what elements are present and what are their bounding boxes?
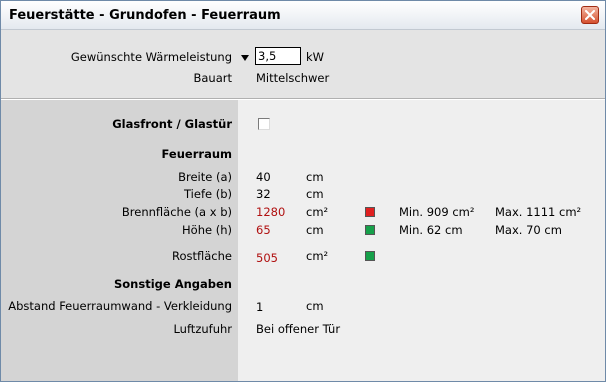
depth-unit: cm [306, 187, 324, 201]
grate-area-value: 505 [256, 251, 278, 265]
grate-area-label: Rostfläche [172, 249, 232, 263]
window-title: Feuerstätte - Grundofen - Feuerraum [9, 8, 281, 23]
top-section [1, 30, 605, 98]
wall-distance-unit: cm [306, 299, 324, 313]
depth-label: Tiefe (b) [184, 187, 232, 201]
height-value: 65 [256, 223, 271, 237]
width-unit: cm [306, 170, 324, 184]
dialog-window: Feuerstätte - Grundofen - Feuerraum Gewü… [0, 0, 606, 382]
air-supply-label: Luftzufuhr [173, 322, 232, 336]
height-unit: cm [306, 223, 324, 237]
close-icon [585, 10, 595, 20]
grate-area-unit: cm² [306, 249, 329, 263]
height-status-indicator [365, 225, 375, 235]
glass-front-label: Glasfront / Glastür [112, 117, 232, 131]
height-max: Max. 70 cm [495, 223, 562, 237]
burn-area-status-indicator [365, 207, 375, 217]
heat-output-label: Gewünschte Wärmeleistung [70, 50, 232, 64]
air-supply-value: Bei offener Tür [256, 322, 341, 336]
heat-output-unit: kW [306, 50, 325, 64]
height-min: Min. 62 cm [399, 223, 463, 237]
width-label: Breite (a) [178, 170, 232, 184]
wall-distance-label: Abstand Feuerraumwand - Verkleidung [8, 299, 232, 313]
section-divider [1, 98, 605, 100]
height-label: Höhe (h) [182, 223, 232, 237]
construction-type-label: Bauart [193, 71, 232, 85]
glass-front-checkbox[interactable] [258, 118, 270, 130]
burn-area-label: Brennfläche (a x b) [121, 205, 232, 219]
close-button[interactable] [581, 6, 599, 24]
title-bar[interactable]: Feuerstätte - Grundofen - Feuerraum [1, 1, 605, 30]
wall-distance-value: 1 [256, 300, 264, 314]
burn-area-unit: cm² [306, 205, 329, 219]
construction-type-value: Mittelschwer [256, 71, 330, 85]
dropdown-arrow-icon[interactable] [241, 55, 249, 61]
form-content: Gewünschte Wärmeleistung 3,5 kW Bauart M… [1, 30, 605, 381]
grate-area-status-indicator [365, 251, 375, 261]
burn-area-value: 1280 [256, 205, 286, 219]
other-info-heading: Sonstige Angaben [114, 277, 232, 291]
firebox-heading: Feuerraum [161, 147, 232, 161]
depth-value: 32 [256, 187, 271, 201]
burn-area-min: Min. 909 cm² [399, 205, 475, 219]
burn-area-max: Max. 1111 cm² [495, 205, 582, 219]
width-value: 40 [256, 170, 271, 184]
heat-output-input[interactable]: 3,5 [255, 47, 301, 65]
